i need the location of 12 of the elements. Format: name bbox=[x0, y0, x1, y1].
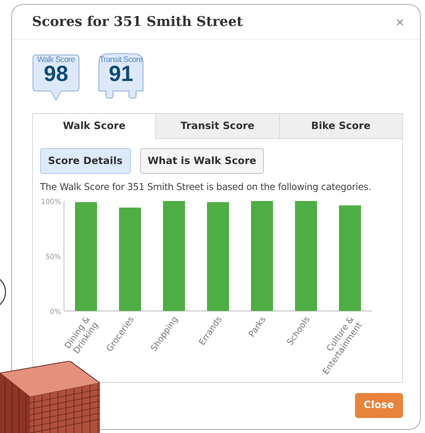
score-number: 98 bbox=[44, 64, 68, 84]
pill-tab[interactable]: What is Walk Score bbox=[140, 148, 264, 174]
pill-tab[interactable]: Score Details bbox=[40, 148, 131, 174]
dialog-title: Scores for 351 Smith Street bbox=[32, 14, 243, 30]
score-number: 91 bbox=[108, 64, 134, 84]
tab[interactable]: Walk Score bbox=[33, 114, 156, 139]
tab[interactable]: Bike Score bbox=[278, 114, 402, 139]
description-text: The Walk Score for 351 Smith Street is based on the following categories. bbox=[40, 182, 372, 193]
tab[interactable]: Transit Score bbox=[155, 114, 279, 139]
badge-label: Transit Score bbox=[99, 55, 143, 64]
badge-label: Walk Score bbox=[37, 55, 75, 64]
speech-bubble-drawing bbox=[32, 52, 80, 102]
